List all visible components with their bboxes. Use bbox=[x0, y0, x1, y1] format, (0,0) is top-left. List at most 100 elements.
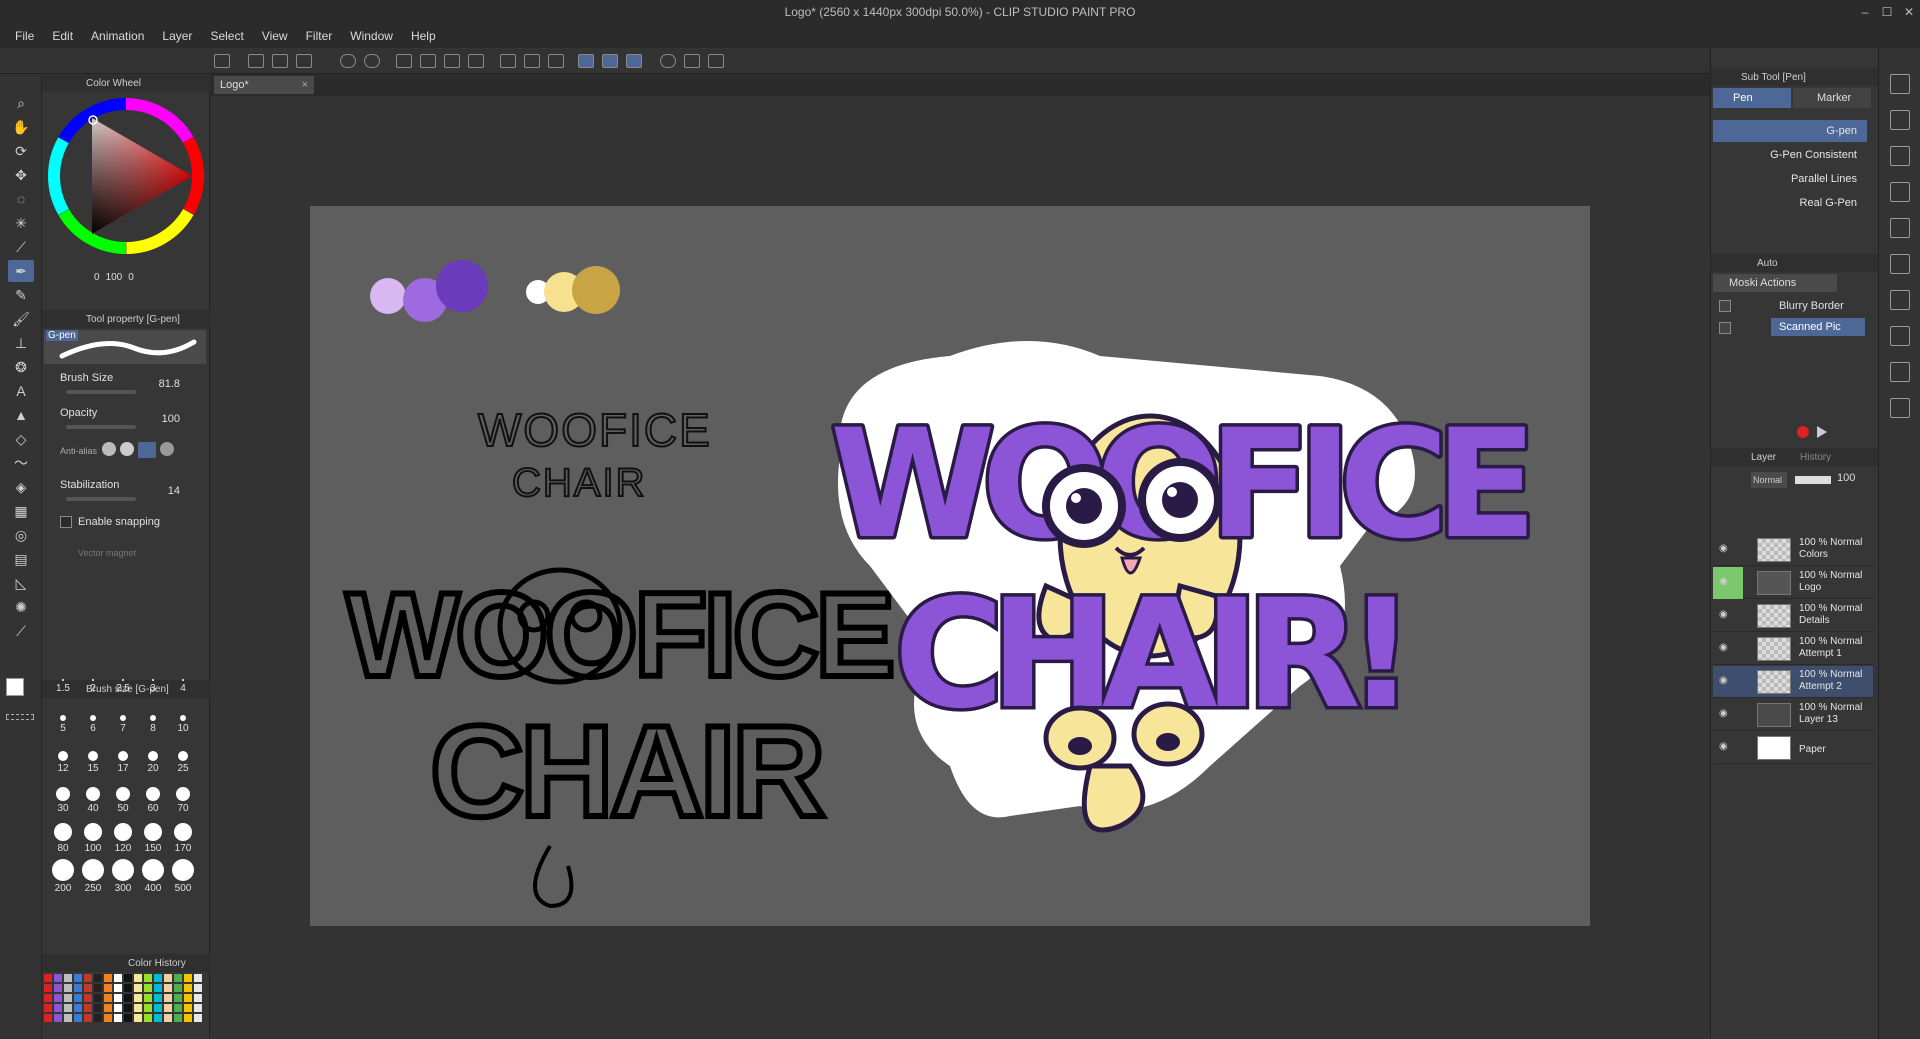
color-history-swatch[interactable] bbox=[84, 1004, 92, 1012]
flip-icon[interactable] bbox=[708, 54, 724, 68]
brush-size-preset[interactable]: 25 bbox=[168, 734, 198, 774]
color-history-swatch[interactable] bbox=[194, 984, 202, 992]
color-history-swatch[interactable] bbox=[44, 984, 52, 992]
material-panel-5-icon[interactable] bbox=[1890, 326, 1910, 346]
material-panel-6-icon[interactable] bbox=[1890, 362, 1910, 382]
material-panel-7-icon[interactable] bbox=[1890, 398, 1910, 418]
brush-size-preset[interactable]: 17 bbox=[108, 734, 138, 774]
ruler-tool-icon[interactable]: ◺ bbox=[8, 572, 34, 594]
brush-size-preset[interactable]: 6 bbox=[78, 694, 108, 734]
brush-size-preset[interactable]: 2 bbox=[78, 654, 108, 694]
brush-g-pen-consistent[interactable]: G-Pen Consistent bbox=[1713, 144, 1867, 166]
rotate-tool-icon[interactable]: ⟳ bbox=[8, 140, 34, 162]
snap-special-ruler-icon[interactable] bbox=[602, 54, 618, 68]
clip-studio-icon[interactable] bbox=[214, 54, 230, 68]
opacity-value[interactable]: 100 bbox=[138, 413, 180, 425]
color-history-swatch[interactable] bbox=[144, 1004, 152, 1012]
layer-visibility-eye-icon[interactable]: ◉ bbox=[1719, 576, 1728, 587]
color-history-swatch[interactable] bbox=[144, 1014, 152, 1022]
deselect-icon[interactable] bbox=[500, 54, 516, 68]
transform-icon[interactable] bbox=[468, 54, 484, 68]
invert-selection-icon[interactable] bbox=[524, 54, 540, 68]
color-history-swatch[interactable] bbox=[114, 1014, 122, 1022]
item-bank-icon[interactable] bbox=[1890, 110, 1910, 130]
layer-row[interactable]: ◉ 100 % Normal Logo bbox=[1713, 567, 1873, 599]
brush-size-preset[interactable]: 200 bbox=[48, 854, 78, 894]
brush-size-preset[interactable]: 300 bbox=[108, 854, 138, 894]
color-history-swatch[interactable] bbox=[74, 974, 82, 982]
color-history-swatch[interactable] bbox=[184, 974, 192, 982]
close-button[interactable]: ✕ bbox=[1898, 0, 1920, 24]
color-history-swatch[interactable] bbox=[124, 984, 132, 992]
color-history-swatch[interactable] bbox=[84, 974, 92, 982]
gradient-tool-icon[interactable]: ▦ bbox=[8, 500, 34, 522]
color-history-swatch[interactable] bbox=[134, 1004, 142, 1012]
menu-view[interactable]: View bbox=[253, 24, 297, 48]
color-history-swatch[interactable] bbox=[194, 1014, 202, 1022]
color-history-swatch[interactable] bbox=[114, 1004, 122, 1012]
color-history-swatch[interactable] bbox=[44, 1004, 52, 1012]
color-history-swatch[interactable] bbox=[154, 1004, 162, 1012]
stabilization-value[interactable]: 14 bbox=[138, 485, 180, 497]
color-history-swatch[interactable] bbox=[94, 974, 102, 982]
snapping-checkbox[interactable] bbox=[60, 516, 72, 528]
layer-visibility-eye-icon[interactable]: ◉ bbox=[1719, 609, 1728, 620]
layer-opacity-value[interactable]: 100 bbox=[1837, 472, 1855, 484]
color-history-swatch[interactable] bbox=[124, 1014, 132, 1022]
color-history-swatch[interactable] bbox=[184, 984, 192, 992]
color-history-swatch[interactable] bbox=[104, 984, 112, 992]
action-blurry-border[interactable]: Blurry Border bbox=[1779, 300, 1844, 312]
zoom-tool-icon[interactable]: ⌕ bbox=[8, 92, 34, 114]
text-tool-icon[interactable]: A bbox=[8, 380, 34, 402]
menu-edit[interactable]: Edit bbox=[43, 24, 82, 48]
color-history-swatch[interactable] bbox=[164, 994, 172, 1002]
color-history-swatch[interactable] bbox=[174, 984, 182, 992]
transparent-color-swatch[interactable] bbox=[6, 714, 34, 720]
color-history-swatch[interactable] bbox=[54, 994, 62, 1002]
brush-size-preset[interactable]: 3 bbox=[138, 654, 168, 694]
open-file-icon[interactable] bbox=[272, 54, 288, 68]
color-history-swatch[interactable] bbox=[94, 984, 102, 992]
layer-row[interactable]: ◉ 100 % Normal Details bbox=[1713, 600, 1873, 632]
brush-size-preset[interactable]: 10 bbox=[168, 694, 198, 734]
airbrush-tool-icon[interactable]: ⊥ bbox=[8, 332, 34, 354]
menu-help[interactable]: Help bbox=[402, 24, 445, 48]
layer-visibility-eye-icon[interactable]: ◉ bbox=[1719, 543, 1728, 554]
move-tool-icon[interactable]: ✥ bbox=[8, 164, 34, 186]
color-history-swatch[interactable] bbox=[64, 974, 72, 982]
history-tab[interactable]: History bbox=[1800, 452, 1831, 463]
pencil-tool-icon[interactable]: ✎ bbox=[8, 284, 34, 306]
layer-visibility-eye-icon[interactable]: ◉ bbox=[1719, 642, 1728, 653]
color-history-swatch[interactable] bbox=[154, 994, 162, 1002]
color-history-swatch[interactable] bbox=[134, 1014, 142, 1022]
brush-tool-icon[interactable]: 🖌 bbox=[8, 308, 34, 330]
color-history-swatch[interactable] bbox=[134, 984, 142, 992]
color-history-swatch[interactable] bbox=[54, 984, 62, 992]
color-history-swatch[interactable] bbox=[114, 974, 122, 982]
hand-tool-icon[interactable]: ✋ bbox=[8, 116, 34, 138]
stabilization-slider[interactable] bbox=[66, 497, 136, 501]
menu-file[interactable]: File bbox=[6, 24, 43, 48]
brush-size-preset[interactable]: 5 bbox=[48, 694, 78, 734]
layer-visibility-eye-icon[interactable]: ◉ bbox=[1719, 708, 1728, 719]
menu-window[interactable]: Window bbox=[341, 24, 402, 48]
layer-opacity-slider[interactable] bbox=[1795, 476, 1831, 484]
save-icon[interactable] bbox=[296, 54, 312, 68]
brush-size-preset[interactable]: 80 bbox=[48, 814, 78, 854]
blend-tool-icon[interactable]: 〜 bbox=[8, 452, 34, 474]
color-history-swatch[interactable] bbox=[74, 1014, 82, 1022]
color-history-swatch[interactable] bbox=[124, 974, 132, 982]
color-history-swatch[interactable] bbox=[174, 994, 182, 1002]
brush-size-preset[interactable]: 120 bbox=[108, 814, 138, 854]
brush-size-preset[interactable]: 1.5 bbox=[48, 654, 78, 694]
brush-size-preset[interactable]: 15 bbox=[78, 734, 108, 774]
frame-tool-icon[interactable]: ▤ bbox=[8, 548, 34, 570]
anti-alias-strong-icon[interactable] bbox=[160, 442, 174, 456]
color-history-swatch[interactable] bbox=[184, 1014, 192, 1022]
fill-tool-icon[interactable]: ◈ bbox=[8, 476, 34, 498]
brush-size-preset[interactable]: 170 bbox=[168, 814, 198, 854]
opacity-slider[interactable] bbox=[66, 425, 136, 429]
brush-size-slider[interactable] bbox=[66, 390, 136, 394]
anti-alias-options[interactable] bbox=[102, 442, 190, 460]
color-history-swatch[interactable] bbox=[194, 1004, 202, 1012]
